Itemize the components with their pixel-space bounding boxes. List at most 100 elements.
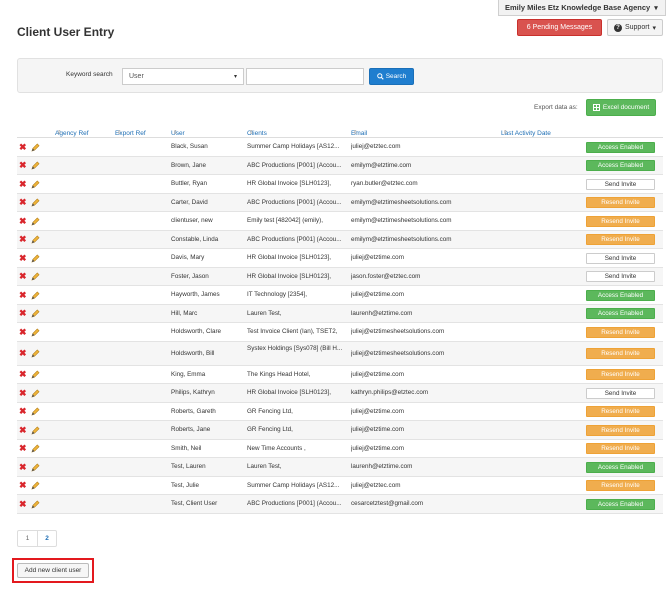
support-button[interactable]: ? Support ▾ bbox=[607, 19, 663, 36]
status-button[interactable]: Send Invite bbox=[586, 387, 655, 399]
status-button[interactable]: Access Enabled bbox=[586, 498, 655, 510]
edit-pencil-icon[interactable] bbox=[31, 272, 40, 281]
cell-client: Systex Holdings [Sys078] (Bill H... bbox=[247, 344, 343, 352]
cell-email: juliej@etztime.com bbox=[351, 254, 404, 262]
delete-icon[interactable]: ✖ bbox=[19, 388, 27, 398]
delete-icon[interactable]: ✖ bbox=[19, 370, 27, 379]
search-button[interactable]: Search bbox=[369, 68, 414, 85]
keyword-search-label: Keyword search bbox=[66, 71, 113, 78]
delete-icon[interactable]: ✖ bbox=[19, 290, 27, 300]
status-button[interactable]: Access Enabled bbox=[586, 289, 655, 301]
table-row: ✖ Philips, Kathryn HR Global Invoice [SLH0… bbox=[17, 384, 663, 403]
edit-pencil-icon[interactable] bbox=[31, 481, 40, 490]
status-button[interactable]: Resend Invite bbox=[586, 443, 655, 455]
cell-client: Test Invoice Client (Ian), TSET2, bbox=[247, 328, 338, 336]
delete-icon[interactable]: ✖ bbox=[19, 216, 27, 226]
delete-icon[interactable]: ✖ bbox=[19, 499, 27, 509]
edit-pencil-icon[interactable] bbox=[31, 500, 40, 509]
status-button[interactable]: Resend Invite bbox=[586, 348, 655, 359]
status-button[interactable]: Resend Invite bbox=[586, 234, 655, 246]
edit-pencil-icon[interactable] bbox=[31, 235, 40, 244]
delete-icon[interactable]: ✖ bbox=[19, 161, 27, 170]
edit-pencil-icon[interactable] bbox=[31, 407, 40, 416]
edit-pencil-icon[interactable] bbox=[31, 463, 40, 472]
status-button[interactable]: Access Enabled bbox=[586, 461, 655, 473]
delete-icon[interactable]: ✖ bbox=[19, 142, 27, 152]
cell-user: Holdsworth, Clare bbox=[171, 328, 222, 336]
delete-icon[interactable]: ✖ bbox=[19, 198, 27, 207]
delete-icon[interactable]: ✖ bbox=[19, 327, 27, 337]
status-button[interactable]: Send Invite bbox=[586, 271, 655, 283]
delete-icon[interactable]: ✖ bbox=[19, 179, 27, 189]
table-row: ✖ Test, Julie Summer Camp Holidays [AS12..… bbox=[17, 477, 663, 495]
delete-icon[interactable]: ✖ bbox=[19, 349, 27, 358]
cell-client: IT Technology [2354], bbox=[247, 291, 307, 299]
cell-user: clientuser, new bbox=[171, 217, 213, 225]
edit-pencil-icon[interactable] bbox=[31, 309, 40, 318]
status-button[interactable]: Resend Invite bbox=[586, 424, 655, 436]
status-button[interactable]: Access Enabled bbox=[586, 308, 655, 320]
table-row: ✖ Hill, Marc Lauren Test, laurenh@etztime.c… bbox=[17, 304, 663, 323]
delete-icon[interactable]: ✖ bbox=[19, 444, 27, 453]
edit-pencil-icon[interactable] bbox=[31, 444, 40, 453]
table-row: ✖ Davis, Mary HR Global Invoice [SLH0123],… bbox=[17, 249, 663, 268]
delete-icon[interactable]: ✖ bbox=[19, 407, 27, 416]
edit-pencil-icon[interactable] bbox=[31, 198, 40, 207]
cell-email: juliej@etztime.com bbox=[351, 426, 404, 434]
add-client-user-button[interactable]: Add new client user bbox=[17, 563, 89, 578]
cell-client: Summer Camp Holidays [AS12... bbox=[247, 143, 340, 151]
excel-export-button[interactable]: Excel document bbox=[586, 99, 656, 116]
status-button[interactable]: Access Enabled bbox=[586, 141, 655, 153]
edit-pencil-icon[interactable] bbox=[31, 254, 40, 263]
delete-icon[interactable]: ✖ bbox=[19, 272, 27, 281]
edit-pencil-icon[interactable] bbox=[31, 291, 40, 300]
table-row: ✖ Buttler, Ryan HR Global Invoice [SLH0123… bbox=[17, 175, 663, 194]
edit-pencil-icon[interactable] bbox=[31, 328, 40, 337]
status-button[interactable]: Access Enabled bbox=[586, 160, 655, 172]
edit-pencil-icon[interactable] bbox=[31, 426, 40, 435]
cell-email: emilym@etztime.com bbox=[351, 161, 412, 169]
page-2-link[interactable]: 2 bbox=[37, 531, 56, 546]
cell-client: Lauren Test, bbox=[247, 463, 282, 471]
table-row: ✖ Holdsworth, Clare Test Invoice Client (I… bbox=[17, 323, 663, 342]
page-1-link[interactable]: 1 bbox=[18, 531, 37, 546]
table-row: ✖ Brown, Jane ABC Productions [P001] (Acco… bbox=[17, 156, 663, 175]
status-button[interactable]: Resend Invite bbox=[586, 369, 655, 381]
sort-icon: ⇕ bbox=[117, 130, 122, 136]
cell-user: Holdsworth, Bill bbox=[171, 349, 215, 357]
edit-pencil-icon[interactable] bbox=[31, 349, 40, 358]
cell-user: Buttler, Ryan bbox=[171, 180, 208, 188]
cell-email: juliej@etztec.com bbox=[351, 143, 401, 151]
delete-icon[interactable]: ✖ bbox=[19, 481, 27, 490]
user-menu[interactable]: Emily Miles Etz Knowledge Base Agency ▾ bbox=[498, 0, 666, 16]
status-button[interactable]: Resend Invite bbox=[586, 406, 655, 418]
status-button[interactable]: Resend Invite bbox=[586, 197, 655, 209]
table-row: ✖ Black, Susan Summer Camp Holidays [AS12.… bbox=[17, 138, 663, 157]
cell-client: GR Fencing Ltd, bbox=[247, 426, 293, 434]
delete-icon[interactable]: ✖ bbox=[19, 462, 27, 472]
edit-pencil-icon[interactable] bbox=[31, 161, 40, 170]
search-field-select[interactable]: User ▾ bbox=[122, 68, 244, 85]
search-field-value: User bbox=[129, 73, 144, 80]
client-user-table: ✖ Black, Susan Summer Camp Holidays [AS12.… bbox=[17, 138, 663, 514]
edit-pencil-icon[interactable] bbox=[31, 217, 40, 226]
status-button[interactable]: Resend Invite bbox=[586, 480, 655, 492]
sort-icon: ⇕ bbox=[57, 130, 62, 136]
edit-pencil-icon[interactable] bbox=[31, 370, 40, 379]
delete-icon[interactable]: ✖ bbox=[19, 425, 27, 435]
delete-icon[interactable]: ✖ bbox=[19, 253, 27, 263]
status-button[interactable]: Send Invite bbox=[586, 252, 655, 264]
cell-user: Constable, Linda bbox=[171, 235, 219, 243]
keyword-input[interactable] bbox=[246, 68, 364, 85]
edit-pencil-icon[interactable] bbox=[31, 180, 40, 189]
pending-messages-button[interactable]: 6 Pending Messages bbox=[517, 19, 602, 36]
cell-email: juliej@etztime.com bbox=[351, 444, 404, 452]
edit-pencil-icon[interactable] bbox=[31, 389, 40, 398]
status-button[interactable]: Resend Invite bbox=[586, 326, 655, 338]
delete-icon[interactable]: ✖ bbox=[19, 235, 27, 244]
cell-user: Hayworth, James bbox=[171, 291, 220, 299]
edit-pencil-icon[interactable] bbox=[31, 143, 40, 152]
status-button[interactable]: Send Invite bbox=[586, 178, 655, 190]
delete-icon[interactable]: ✖ bbox=[19, 309, 27, 318]
status-button[interactable]: Resend Invite bbox=[586, 215, 655, 227]
